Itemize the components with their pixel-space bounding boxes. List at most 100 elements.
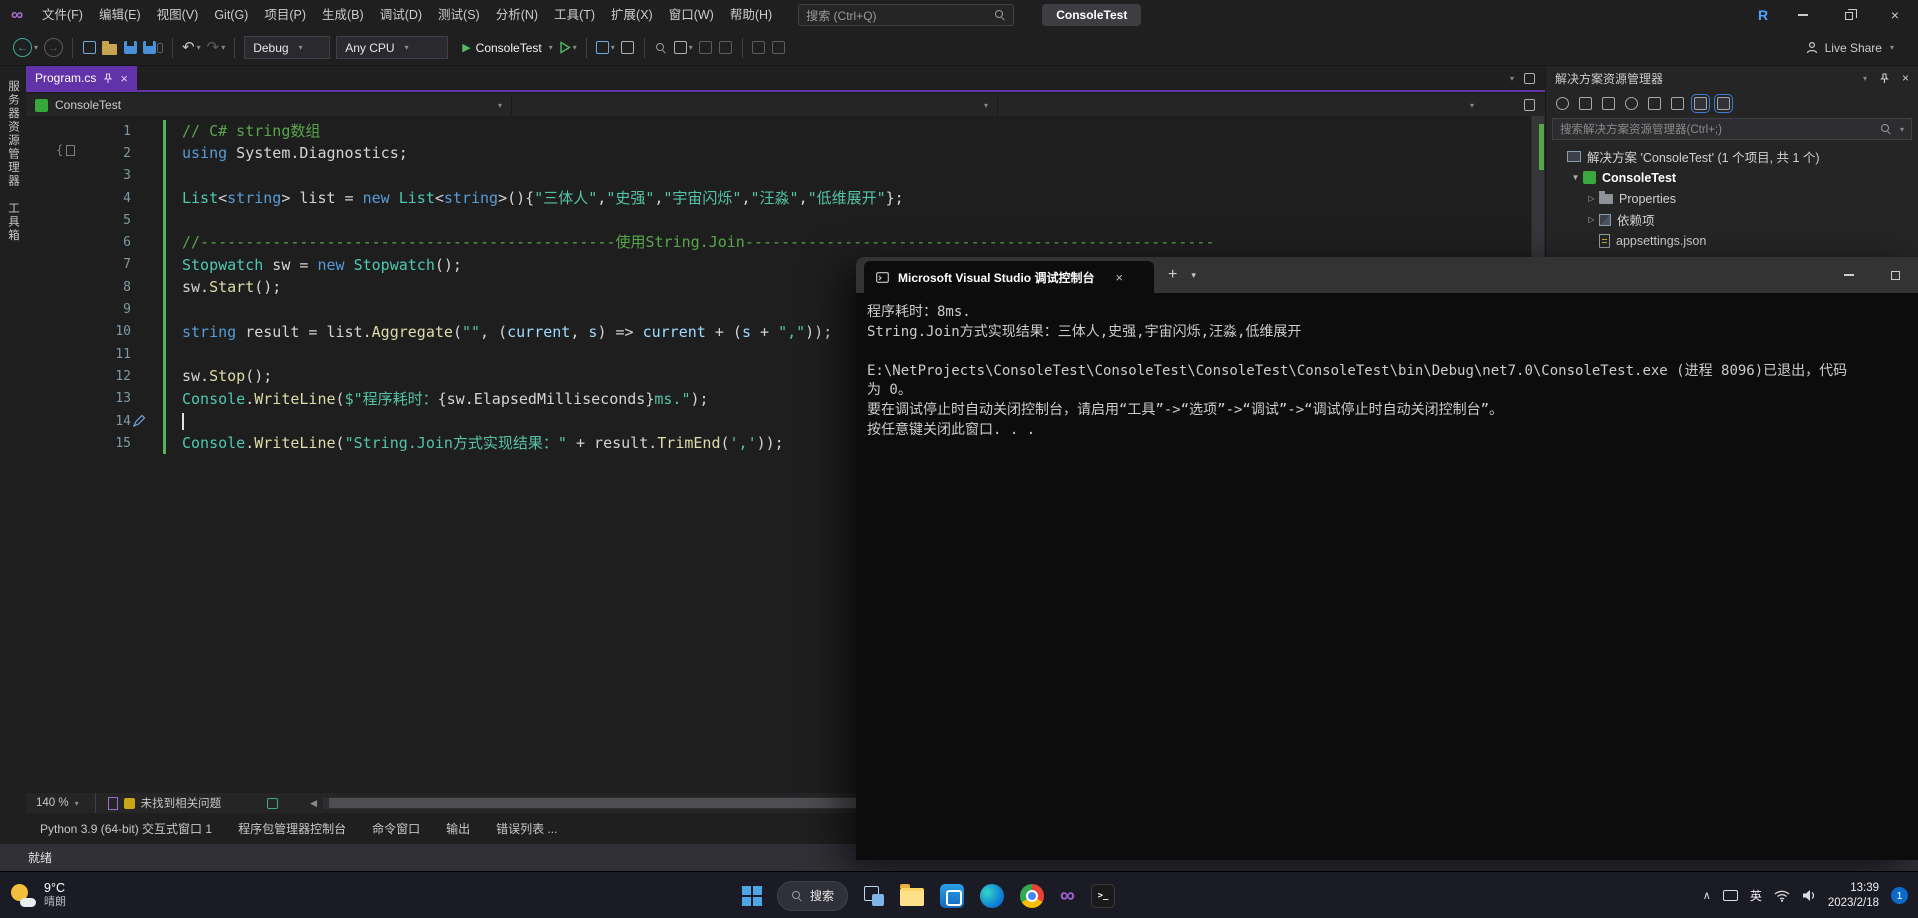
scroll-left-icon[interactable]: ◀ [310, 798, 317, 809]
save-all-button[interactable] [140, 35, 166, 61]
code-map-button[interactable]: ▾ [671, 35, 696, 61]
tree-item[interactable]: appsettings.json [1546, 230, 1918, 251]
wifi-icon[interactable] [1774, 890, 1790, 902]
save-button[interactable] [120, 35, 140, 61]
task-view-button[interactable] [864, 885, 885, 906]
code-line[interactable]: 4 List<string> list = new List<string>(){… [26, 186, 1545, 210]
zoom-select[interactable]: 140 % ▾ [32, 797, 83, 809]
code-line[interactable]: 5 [26, 209, 1545, 232]
tree-item[interactable]: ▷ Properties [1546, 188, 1918, 209]
code-line[interactable]: 3 [26, 164, 1545, 187]
menu-item[interactable]: 编辑(E) [91, 0, 149, 30]
start-debugging-button[interactable]: ▶ ConsoleTest ▾ [459, 35, 556, 61]
menu-item[interactable]: 调试(D) [372, 0, 430, 30]
issues-indicator-icon[interactable] [123, 797, 135, 809]
new-tab-icon[interactable] [1524, 72, 1535, 84]
breakpoint-margin[interactable] [26, 276, 76, 298]
se-toolbar-button[interactable] [1579, 96, 1592, 110]
new-file-button[interactable] [79, 35, 99, 61]
breakpoint-margin[interactable] [26, 231, 76, 253]
code-line[interactable]: 6 //-------------------------------------… [26, 231, 1545, 254]
panel-tab[interactable]: 输出 [436, 820, 480, 837]
se-toolbar-button[interactable] [1602, 96, 1615, 110]
tool-window-tab[interactable]: 工具箱 [5, 202, 21, 243]
menu-item[interactable]: 项目(P) [256, 0, 314, 30]
navigate-forward-button[interactable]: → [41, 35, 66, 61]
menu-item[interactable]: 分析(N) [488, 0, 546, 30]
menu-item[interactable]: 视图(V) [149, 0, 207, 30]
breakpoint-margin[interactable] [26, 321, 76, 343]
comment-button[interactable] [696, 35, 716, 61]
open-file-button[interactable] [99, 35, 120, 61]
code-line[interactable]: 2 using System.Diagnostics; [26, 142, 1545, 165]
menu-item[interactable]: 工具(T) [546, 0, 603, 30]
panel-tab[interactable]: 命令窗口 [362, 820, 430, 837]
volume-icon[interactable] [1802, 889, 1816, 902]
console-tab[interactable]: Microsoft Visual Studio 调试控制台 × [864, 261, 1154, 293]
project-dropdown[interactable]: ConsoleTest ▾ [26, 94, 512, 116]
start-button[interactable] [742, 886, 762, 906]
se-toolbar-button[interactable] [1648, 96, 1661, 110]
breakpoint-margin[interactable] [26, 388, 76, 410]
split-view-icon[interactable] [1524, 99, 1535, 111]
weather-widget[interactable]: 9°C 晴朗 [10, 872, 66, 918]
edge-icon[interactable] [980, 883, 1005, 908]
breakpoint-margin[interactable] [26, 343, 76, 365]
tab-program-cs[interactable]: Program.cs × [26, 65, 137, 91]
se-toolbar-button[interactable] [1625, 96, 1638, 110]
ime-indicator[interactable]: 英 [1750, 887, 1762, 904]
pin-icon[interactable] [103, 72, 113, 84]
menu-item[interactable]: 生成(B) [314, 0, 372, 30]
connection-icon[interactable] [267, 797, 279, 809]
menu-item[interactable]: 窗口(W) [661, 0, 722, 30]
find-in-files-button[interactable] [651, 35, 671, 61]
console-tab-dropdown-icon[interactable]: ▾ [1191, 270, 1196, 281]
tab-close-icon[interactable]: × [120, 72, 128, 85]
tab-list-dropdown-icon[interactable]: ▾ [1510, 74, 1514, 83]
uncomment-button[interactable] [716, 35, 736, 61]
bookmark-button[interactable] [749, 35, 769, 61]
se-toolbar-button[interactable] [1671, 96, 1684, 110]
chrome-icon[interactable] [1020, 883, 1045, 908]
type-dropdown[interactable]: ▾ [512, 94, 998, 116]
hot-reload-button[interactable]: ▾ [593, 35, 618, 61]
minimize-button[interactable] [1780, 0, 1826, 30]
console-maximize-button[interactable] [1872, 257, 1918, 293]
console-output[interactable]: 程序耗时：8ms. String.Join方式实现结果：三体人,史强,宇宙闪烁,汪… [856, 293, 1918, 440]
panel-tab[interactable]: 程序包管理器控制台 [228, 820, 356, 837]
tree-item[interactable]: ▼ ConsoleTest [1546, 167, 1918, 188]
menu-item[interactable]: 测试(S) [430, 0, 488, 30]
collapse-arrow-icon[interactable]: ▼ [1568, 173, 1583, 182]
panel-menu-icon[interactable]: ▾ [1863, 74, 1867, 83]
navigate-back-button[interactable]: ← ▾ [10, 35, 41, 61]
console-tab-close-icon[interactable]: × [1115, 270, 1123, 285]
menu-item[interactable]: 文件(F) [34, 0, 91, 30]
start-without-debugging-button[interactable]: ▾ [556, 35, 580, 61]
break-all-button[interactable] [618, 35, 638, 61]
bookmark-next-button[interactable] [769, 35, 789, 61]
pin-icon[interactable] [1879, 72, 1890, 84]
new-console-tab-button[interactable]: + [1168, 266, 1177, 284]
display-icon[interactable] [1722, 890, 1738, 901]
solution-explorer-search-input[interactable]: 搜索解决方案资源管理器(Ctrl+;) ▾ [1552, 118, 1912, 140]
visual-studio-icon[interactable]: ∞ [1060, 885, 1075, 906]
quick-search-input[interactable]: 搜索 (Ctrl+Q) [798, 4, 1015, 26]
code-line[interactable]: 1 // C# string数组 [26, 120, 1545, 143]
restore-button[interactable] [1826, 0, 1872, 30]
solution-platform-select[interactable]: Any CPU ▾ [336, 36, 449, 59]
breakpoint-margin[interactable] [26, 254, 76, 276]
se-toolbar-button[interactable] [1556, 96, 1569, 110]
close-button[interactable]: × [1872, 0, 1918, 30]
taskbar-search[interactable]: 搜索 [777, 880, 849, 911]
settings-icon[interactable] [940, 883, 965, 908]
menu-item[interactable]: 帮助(H) [722, 0, 780, 30]
member-dropdown[interactable]: ▾ [998, 94, 1483, 116]
se-toolbar-button[interactable] [1714, 93, 1733, 113]
panel-close-icon[interactable]: × [1902, 71, 1909, 85]
breakpoint-margin[interactable] [26, 410, 76, 432]
document-health-icon[interactable] [107, 796, 118, 810]
breakpoint-margin[interactable] [26, 120, 76, 142]
breakpoint-margin[interactable] [26, 187, 76, 209]
menu-item[interactable]: 扩展(X) [603, 0, 661, 30]
solution-configuration-select[interactable]: Debug ▾ [244, 36, 331, 59]
